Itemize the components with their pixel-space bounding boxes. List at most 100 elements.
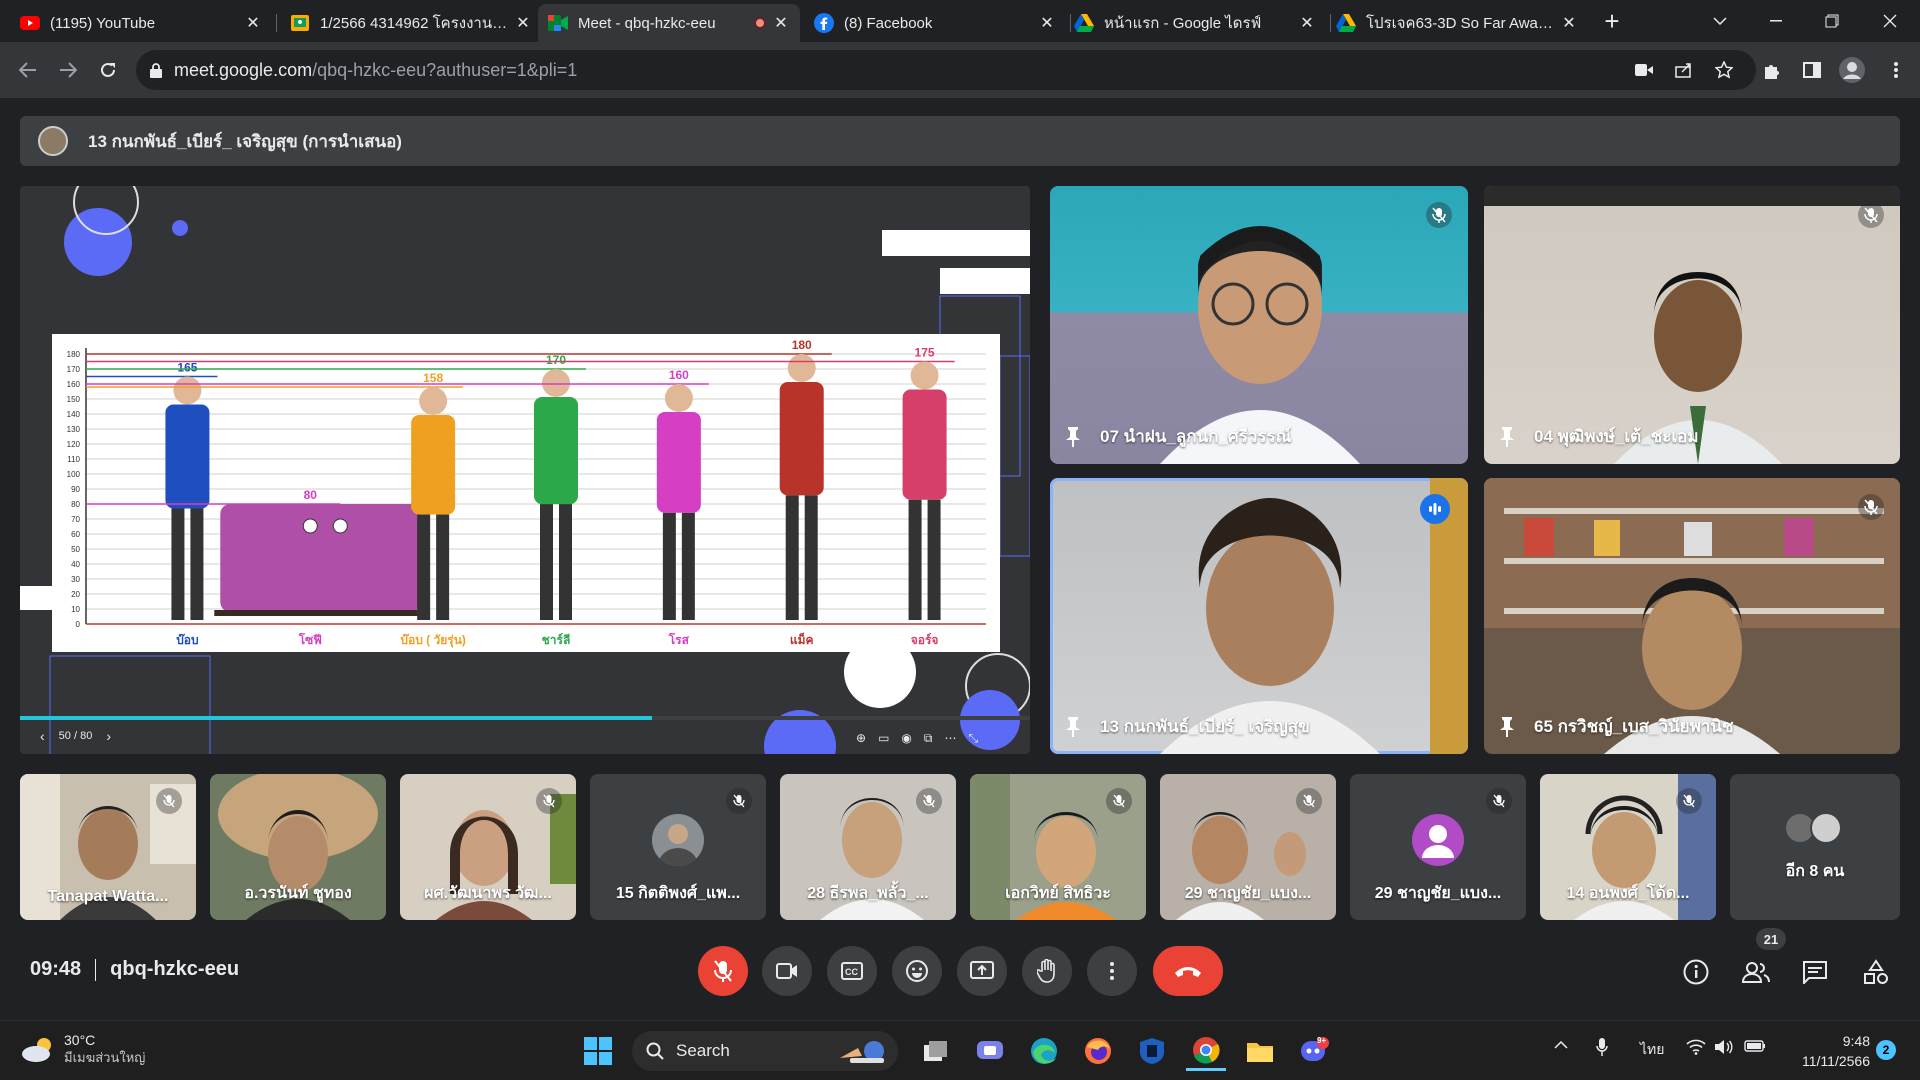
participant-tile-small[interactable]: ผศ.วัฒนาพร วัฒ... (400, 774, 576, 920)
url-host: meet.google.com (174, 59, 313, 80)
camera-toggle-button[interactable] (762, 946, 812, 996)
more-options-button[interactable] (1087, 946, 1137, 996)
figure-head (173, 376, 202, 405)
close-icon[interactable]: ✕ (772, 13, 790, 33)
url-path: /qbq-hzkc-eeu?authuser=1&pli=1 (312, 59, 578, 80)
battery-icon[interactable] (1744, 1039, 1766, 1053)
volume-icon[interactable] (1714, 1039, 1734, 1055)
taskbar-search[interactable]: Search (632, 1031, 898, 1071)
mic-toggle-button[interactable] (698, 946, 748, 996)
y-tick-label: 40 (71, 560, 80, 569)
address-bar[interactable]: meet.google.com/qbq-hzkc-eeu?authuser=1&… (136, 50, 1756, 90)
pin-icon[interactable] (1500, 716, 1514, 737)
next-slide-chevron-icon[interactable]: › (106, 728, 111, 744)
participant-tile-speaking[interactable]: 13 กนกพันธ์_เบียร์_ เจริญสุข (1050, 478, 1468, 754)
taskbar-clock[interactable]: 9:48 11/11/2566 (1786, 1031, 1870, 1071)
more-options-icon[interactable]: ⋯ (944, 731, 956, 746)
present-screen-button[interactable] (957, 946, 1007, 996)
meeting-details-button[interactable] (1676, 952, 1716, 992)
tab-title: โปรเจค63-3D So Far Away - (1366, 15, 1554, 32)
teams-chat-icon[interactable] (970, 1031, 1010, 1071)
participant-tile-small[interactable]: อ.วรนันท์ ชูทอง (210, 774, 386, 920)
tab-facebook[interactable]: (8) Facebook ✕ (804, 4, 1066, 42)
shapes-icon (1863, 959, 1889, 985)
close-icon[interactable]: ✕ (1560, 13, 1578, 33)
pin-icon[interactable] (1500, 426, 1514, 447)
chat-icon (1802, 960, 1828, 984)
weather-widget[interactable]: 30°C มีเมฆส่วนใหญ่ (20, 1031, 145, 1067)
raise-hand-button[interactable] (1022, 946, 1072, 996)
popout-icon[interactable]: ⧉ (924, 731, 933, 746)
more-vert-icon (1110, 961, 1114, 981)
menu-dots-icon[interactable] (1880, 54, 1912, 86)
participant-name: 29 ชาญชัย_แบง... (1374, 885, 1502, 902)
videocam-icon (776, 963, 798, 979)
side-panel-icon[interactable] (1796, 54, 1828, 86)
tab-drive-project[interactable]: โปรเจค63-3D So Far Away - ✕ (1326, 4, 1588, 42)
close-icon[interactable]: ✕ (244, 13, 262, 33)
participant-tile[interactable]: 04 พุฒิพงษ์_เต้_ชะเอม (1484, 186, 1900, 464)
file-explorer-icon[interactable] (1240, 1031, 1280, 1071)
call-end-icon (1173, 964, 1203, 978)
participant-tile[interactable]: 07 นำฝน_ลูกนก_ศรีวรรณ์ (1050, 186, 1468, 464)
back-button[interactable] (12, 54, 44, 86)
tab-youtube[interactable]: (1195) YouTube ✕ (10, 4, 272, 42)
language-indicator[interactable]: ไทย (1640, 1039, 1664, 1061)
audio-icon[interactable]: ◉ (901, 731, 911, 746)
new-tab-button[interactable]: + (1590, 6, 1634, 36)
app-shield-icon[interactable] (1132, 1031, 1172, 1071)
discord-icon[interactable]: 9+ (1294, 1031, 1334, 1071)
zoom-icon[interactable]: ⊕ (856, 731, 866, 746)
camera-icon[interactable] (1628, 54, 1660, 86)
tab-drive[interactable]: หน้าแรก - Google ไดรฟ์ ✕ (1064, 4, 1326, 42)
participant-tile-small[interactable]: 15 กิตติพงศ์_แพ... (590, 774, 766, 920)
start-button[interactable] (578, 1031, 618, 1071)
activities-button[interactable] (1856, 952, 1896, 992)
firefox-icon[interactable] (1078, 1031, 1118, 1071)
participant-tile-small[interactable]: 29 ชาญชัย_แบง... (1350, 774, 1526, 920)
restore-button[interactable] (1810, 6, 1854, 36)
collapse-icon[interactable]: ⤡ (968, 731, 978, 746)
extensions-icon[interactable] (1756, 54, 1788, 86)
notification-badge[interactable]: 2 (1876, 1040, 1896, 1060)
share-icon[interactable] (1668, 54, 1700, 86)
tab-classroom[interactable]: 1/2566 4314962 โครงงานแอ ✕ (280, 4, 542, 42)
tab-meet[interactable]: Meet - qbq-hzkc-eeu ✕ (538, 4, 800, 42)
bookmark-star-icon[interactable] (1708, 54, 1740, 86)
chrome-icon[interactable] (1186, 1031, 1226, 1071)
reload-button[interactable] (92, 54, 124, 86)
pin-icon[interactable] (1066, 716, 1080, 737)
participant-tile-small[interactable]: 29 ชาญชัย_แบง... (1160, 774, 1336, 920)
forward-button[interactable] (52, 54, 84, 86)
figure-leg (908, 499, 922, 620)
participant-tile-small[interactable]: 14 อนพงศ์_โด้ด... (1540, 774, 1716, 920)
pin-icon[interactable] (1066, 426, 1080, 447)
microphone-icon[interactable] (1596, 1037, 1608, 1057)
tab-search-chevron-icon[interactable] (1698, 6, 1742, 36)
more-participants-tile[interactable]: อีก 8 คน (1730, 774, 1900, 920)
presentation-view[interactable]: 180 170 160 150 140 130 120 110 100 90 80 70 60 50 40 3… (20, 186, 1030, 754)
close-icon[interactable]: ✕ (1298, 13, 1316, 33)
participant-tile[interactable]: 65 กรวิชญ์_เบส_วินัยพานิช (1484, 478, 1900, 754)
participant-tile-small[interactable]: 28 ธีรพล_พลั้ว_... (780, 774, 956, 920)
drive-icon (1074, 13, 1094, 33)
captions-button[interactable]: CC (827, 946, 877, 996)
close-icon[interactable]: ✕ (514, 13, 532, 33)
participant-tile-small[interactable]: เอกวิทย์ สิทธิวะ (970, 774, 1146, 920)
edge-icon[interactable] (1024, 1031, 1064, 1071)
tray-chevron-icon[interactable] (1554, 1041, 1568, 1049)
minimize-button[interactable] (1754, 6, 1798, 36)
chat-button[interactable] (1795, 952, 1835, 992)
wifi-icon[interactable] (1686, 1039, 1706, 1055)
avatar (1412, 814, 1464, 866)
captions-icon[interactable]: ▭ (878, 731, 889, 746)
reactions-button[interactable] (892, 946, 942, 996)
participant-tile-small[interactable]: Tanapat Watta... (20, 774, 196, 920)
close-icon[interactable]: ✕ (1038, 13, 1056, 33)
profile-avatar[interactable] (1836, 54, 1868, 86)
prev-slide-chevron-icon[interactable]: ‹ (40, 728, 45, 744)
people-button[interactable] (1736, 952, 1776, 992)
close-window-button[interactable] (1868, 6, 1912, 36)
leave-call-button[interactable] (1153, 946, 1223, 996)
task-view-icon[interactable] (916, 1031, 956, 1071)
